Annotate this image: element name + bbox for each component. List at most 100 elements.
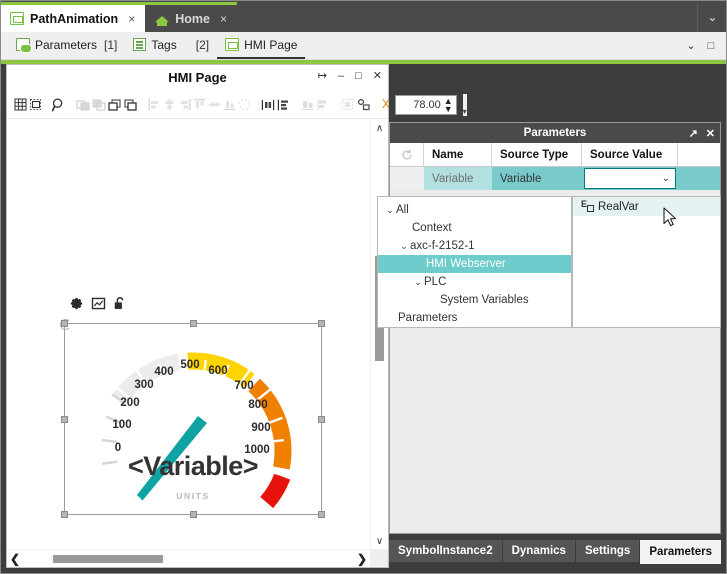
scroll-down-button[interactable]: ∨ (371, 533, 389, 549)
tree-node-plc[interactable]: ⌄ PLC (378, 273, 571, 291)
align-left-icon (147, 93, 162, 117)
list-item[interactable]: RealVar (573, 197, 720, 216)
table-row[interactable]: Variable Variable ⌄ (390, 167, 720, 190)
close-icon[interactable]: × (128, 12, 135, 26)
resize-handle-nw[interactable] (61, 320, 68, 327)
selection-box[interactable] (64, 323, 322, 515)
resize-handle-ne[interactable] (318, 320, 325, 327)
float-icon[interactable]: ↗ (689, 127, 698, 140)
sub-tab-label: Tags (151, 38, 176, 52)
column-header-source-type[interactable]: Source Type (492, 143, 582, 166)
window-tab-label: PathAnimation (30, 12, 118, 26)
tags-icon (133, 38, 146, 51)
chart-icon[interactable] (91, 296, 106, 314)
bring-forward-icon[interactable] (107, 93, 123, 117)
sub-tab-label: Parameters (35, 38, 97, 52)
maximize-icon[interactable]: □ (355, 70, 362, 82)
source-value-dropdown[interactable]: ⌄ (584, 168, 676, 189)
dock-tab-bar: SymbolInstance2 Dynamics Settings Parame… (389, 540, 722, 564)
cell-extra (678, 167, 720, 190)
cell-source-type[interactable]: Variable (492, 167, 582, 190)
variable-list-popup[interactable]: RealVar (572, 196, 721, 328)
ungroup-icon[interactable] (356, 93, 372, 117)
distribute-vertical-icon[interactable] (276, 93, 292, 117)
snap-to-grid-icon[interactable] (28, 93, 43, 117)
distribute-horizontal-icon[interactable] (260, 93, 276, 117)
canvas-horizontal-scrollbar[interactable]: ❮ ❯ (7, 549, 370, 567)
horizontal-scroll-track[interactable] (23, 550, 354, 568)
tab-symbolinstance2[interactable]: SymbolInstance2 (389, 540, 503, 562)
chevron-down-icon[interactable]: ⌄ (384, 205, 396, 216)
resize-handle-n[interactable] (190, 320, 197, 327)
sidebar-item-tags[interactable]: Tags [2] (125, 33, 217, 59)
chevron-down-icon: ⌄ (662, 173, 670, 184)
editor-window-buttons: ↦ – □ ✕ (318, 69, 382, 82)
tree-node-label: Parameters (398, 312, 457, 324)
source-tree-popup[interactable]: ⌄ All Context ⌄ axc-f-2152-1 HMI Webserv… (377, 196, 572, 328)
tree-node-hmi-webserver[interactable]: HMI Webserver (378, 255, 571, 273)
application-window: PathAnimation × Home × ⌄ Parameters [1] … (0, 0, 727, 574)
close-icon[interactable]: ✕ (373, 69, 382, 82)
tab-settings[interactable]: Settings (576, 540, 640, 562)
tree-node-parameters[interactable]: Parameters (378, 309, 571, 327)
sidebar-item-hmi-page[interactable]: HMI Page (217, 33, 305, 59)
chevron-down-icon[interactable]: ⌄ (697, 2, 727, 32)
toolbar-overflow-button[interactable]: ▾ (463, 94, 467, 116)
close-icon[interactable]: × (220, 12, 227, 26)
resize-handle-sw[interactable] (61, 511, 68, 518)
x-coordinate-stepper[interactable]: 78.00 ▲▼ (395, 95, 457, 115)
tree-node-label: Context (412, 222, 452, 234)
chevron-down-icon[interactable]: ⌄ (412, 277, 424, 288)
scroll-left-button[interactable]: ❮ (7, 550, 23, 568)
tree-node-label: HMI Webserver (426, 258, 506, 270)
window-tab-home[interactable]: Home × (145, 2, 237, 32)
tab-dynamics[interactable]: Dynamics (503, 540, 576, 562)
bring-to-front-icon[interactable] (123, 93, 139, 117)
resize-handle-w[interactable] (61, 416, 68, 423)
hmi-page-editor: HMI Page (6, 64, 389, 568)
refresh-icon[interactable] (390, 143, 424, 166)
horizontal-scroll-thumb[interactable] (53, 555, 163, 563)
maximize-icon[interactable]: □ (701, 33, 721, 59)
pin-icon[interactable]: ↦ (318, 69, 327, 82)
x-coordinate-value: 78.00 (413, 99, 441, 111)
scroll-up-button[interactable]: ∧ (371, 120, 389, 136)
unlock-icon[interactable] (113, 296, 127, 314)
align-center-icon (162, 93, 177, 117)
variable-icon (581, 201, 593, 212)
window-tab-pathanimation[interactable]: PathAnimation × (0, 2, 145, 32)
magnifier-icon[interactable] (51, 93, 67, 117)
column-header-source-value[interactable]: Source Value (582, 143, 678, 166)
resize-handle-e[interactable] (318, 416, 325, 423)
gear-icon[interactable] (69, 296, 84, 314)
column-header-name[interactable]: Name (424, 143, 492, 166)
grid-icon[interactable] (13, 93, 28, 117)
parameters-dock: Parameters ↗ ✕ Name Source Type Source V… (389, 122, 721, 534)
tree-node-all[interactable]: ⌄ All (378, 201, 571, 219)
window-tab-strip: PathAnimation × Home × ⌄ (0, 0, 727, 32)
window-tab-label: Home (175, 12, 210, 26)
design-canvas[interactable]: 0 100 200 300 400 500 600 700 800 900 10… (7, 120, 370, 549)
chevron-down-icon[interactable]: ⌄ (398, 241, 410, 252)
home-icon (155, 12, 169, 25)
spinner-icon[interactable]: ▲▼ (444, 97, 453, 113)
tree-node-axc-f-2152-1[interactable]: ⌄ axc-f-2152-1 (378, 237, 571, 255)
minimize-icon[interactable]: – (338, 70, 344, 82)
tree-node-system-variables[interactable]: System Variables (378, 291, 571, 309)
resize-handle-s[interactable] (190, 511, 197, 518)
mouse-cursor (663, 207, 679, 232)
sub-tab-count: [1] (104, 38, 117, 52)
chevron-down-icon[interactable]: ⌄ (681, 33, 701, 59)
tree-node-label: axc-f-2152-1 (410, 240, 475, 252)
widget-adorner-icons (69, 296, 127, 314)
tab-parameters[interactable]: Parameters (640, 540, 722, 564)
same-width-icon (300, 93, 316, 117)
close-icon[interactable]: ✕ (706, 127, 715, 140)
scroll-right-button[interactable]: ❯ (354, 550, 370, 568)
sidebar-item-parameters[interactable]: Parameters [1] (8, 33, 125, 59)
tree-node-context[interactable]: Context (378, 219, 571, 237)
cell-source-value[interactable]: ⌄ (582, 167, 678, 190)
resize-handle-se[interactable] (318, 511, 325, 518)
send-to-back-icon (75, 93, 91, 117)
canvas-vertical-scrollbar[interactable]: ∧ ∨ (370, 120, 388, 549)
